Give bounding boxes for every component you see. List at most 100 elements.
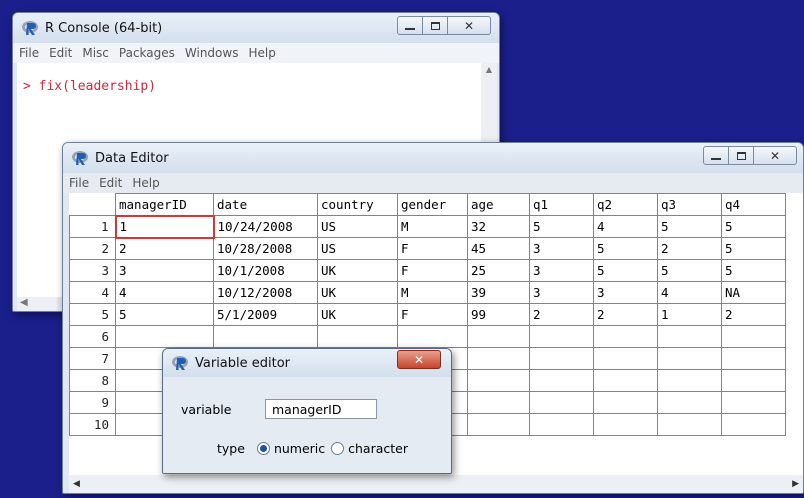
data-cell[interactable]: 3 [529, 281, 594, 304]
data-cell[interactable] [467, 369, 530, 392]
data-cell[interactable] [529, 347, 594, 370]
data-cell[interactable]: 2 [721, 303, 786, 326]
menu-help[interactable]: Help [132, 176, 159, 190]
data-cell[interactable] [467, 413, 530, 436]
data-cell[interactable] [721, 347, 786, 370]
close-button[interactable]: ✕ [753, 146, 797, 165]
row-number[interactable]: 2 [69, 237, 116, 260]
data-cell[interactable]: 10/28/2008 [213, 237, 318, 260]
minimize-button[interactable] [703, 146, 729, 165]
data-cell[interactable]: 3 [115, 259, 214, 282]
data-cell[interactable]: 5 [593, 259, 658, 282]
column-header-age[interactable]: age [467, 193, 530, 216]
data-cell[interactable]: 5 [721, 215, 786, 238]
data-cell[interactable]: 5 [529, 215, 594, 238]
data-cell[interactable] [213, 325, 318, 348]
row-number[interactable]: 10 [69, 413, 116, 436]
data-cell[interactable]: 1 [114, 214, 215, 239]
data-cell[interactable] [721, 325, 786, 348]
menu-edit[interactable]: Edit [49, 46, 72, 60]
menu-edit[interactable]: Edit [99, 176, 122, 190]
data-cell[interactable]: 5 [593, 237, 658, 260]
data-cell[interactable] [657, 391, 722, 414]
data-cell[interactable]: 5 [721, 259, 786, 282]
data-cell[interactable]: 10/24/2008 [213, 215, 318, 238]
data-cell[interactable] [529, 413, 594, 436]
data-cell[interactable] [593, 347, 658, 370]
column-header-q4[interactable]: q4 [721, 193, 786, 216]
column-header-q3[interactable]: q3 [657, 193, 722, 216]
numeric-radio[interactable] [256, 442, 270, 455]
column-header-gender[interactable]: gender [397, 193, 468, 216]
data-cell[interactable]: F [397, 237, 468, 260]
row-number[interactable]: 4 [69, 281, 116, 304]
column-header-date[interactable]: date [213, 193, 318, 216]
row-number[interactable]: 7 [69, 347, 116, 370]
minimize-button[interactable] [397, 16, 423, 35]
data-cell[interactable]: 5 [115, 303, 214, 326]
data-cell[interactable]: 4 [593, 215, 658, 238]
data-cell[interactable]: 5 [657, 215, 722, 238]
close-button[interactable]: ✕ [447, 16, 491, 35]
data-cell[interactable]: M [397, 215, 468, 238]
data-cell[interactable] [317, 325, 398, 348]
column-header-q2[interactable]: q2 [593, 193, 658, 216]
character-radio[interactable] [331, 442, 345, 455]
data-cell[interactable]: 45 [467, 237, 530, 260]
data-cell[interactable]: NA [721, 281, 786, 304]
data-cell[interactable]: 32 [467, 215, 530, 238]
data-cell[interactable]: 4 [657, 281, 722, 304]
data-cell[interactable] [593, 391, 658, 414]
data-cell[interactable] [467, 391, 530, 414]
data-cell[interactable] [529, 325, 594, 348]
data-cell[interactable]: US [317, 215, 398, 238]
data-cell[interactable]: 39 [467, 281, 530, 304]
data-cell[interactable]: 2 [657, 237, 722, 260]
column-header-q1[interactable]: q1 [529, 193, 594, 216]
row-number[interactable]: 5 [69, 303, 116, 326]
row-number[interactable]: 8 [69, 369, 116, 392]
data-cell[interactable]: US [317, 237, 398, 260]
data-cell[interactable]: 10/1/2008 [213, 259, 318, 282]
menu-packages[interactable]: Packages [119, 46, 175, 60]
row-number[interactable]: 6 [69, 325, 116, 348]
data-cell[interactable]: 4 [115, 281, 214, 304]
console-horizontal-scrollbar[interactable]: ◀ [17, 297, 57, 311]
scroll-right-icon[interactable]: ▶ [792, 479, 799, 489]
data-cell[interactable] [593, 325, 658, 348]
data-cell[interactable] [721, 391, 786, 414]
character-radio-label[interactable]: character [348, 441, 408, 456]
menu-help[interactable]: Help [248, 46, 275, 60]
data-cell[interactable]: 3 [529, 259, 594, 282]
scroll-left-icon[interactable]: ◀ [73, 479, 80, 489]
data-cell[interactable]: 5 [721, 237, 786, 260]
data-cell[interactable]: 2 [529, 303, 594, 326]
data-cell[interactable]: M [397, 281, 468, 304]
maximize-button[interactable] [422, 16, 448, 35]
editor-titlebar[interactable]: Data Editor ✕ [63, 143, 803, 173]
menu-file[interactable]: File [69, 176, 89, 190]
row-number[interactable]: 9 [69, 391, 116, 414]
editor-horizontal-scrollbar[interactable]: ◀ ▶ [69, 475, 803, 493]
menu-misc[interactable]: Misc [82, 46, 109, 60]
data-cell[interactable]: 3 [593, 281, 658, 304]
data-cell[interactable]: F [397, 303, 468, 326]
data-cell[interactable] [593, 369, 658, 392]
close-button[interactable]: ✕ [397, 350, 441, 369]
column-header-country[interactable]: country [317, 193, 398, 216]
console-titlebar[interactable]: R Console (64-bit) ✕ [13, 13, 499, 43]
data-cell[interactable] [721, 413, 786, 436]
data-cell[interactable]: UK [317, 281, 398, 304]
data-cell[interactable]: 5 [657, 259, 722, 282]
data-cell[interactable]: 2 [593, 303, 658, 326]
menu-windows[interactable]: Windows [185, 46, 239, 60]
data-cell[interactable]: 5/1/2009 [213, 303, 318, 326]
data-cell[interactable] [657, 347, 722, 370]
menu-file[interactable]: File [19, 46, 39, 60]
data-cell[interactable]: UK [317, 303, 398, 326]
data-cell[interactable] [397, 325, 468, 348]
data-cell[interactable] [721, 369, 786, 392]
data-cell[interactable]: 3 [529, 237, 594, 260]
data-cell[interactable]: 2 [115, 237, 214, 260]
data-cell[interactable]: F [397, 259, 468, 282]
